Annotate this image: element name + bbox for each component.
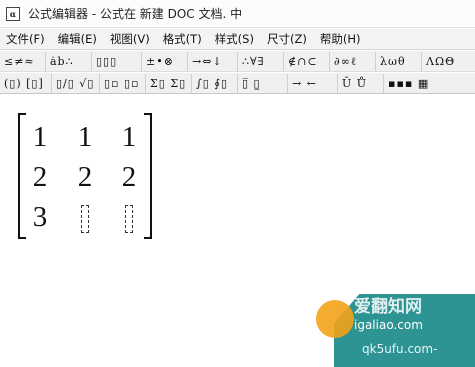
matrix-cell-r2c3[interactable]: 2	[114, 157, 144, 197]
equation-canvas[interactable]: 1 1 1 2 2 2 3	[0, 95, 475, 367]
matrix-cell-r2c1[interactable]: 2	[25, 157, 55, 197]
symbol-palette-toolbar: ≤≠≈ ȧb∴ ▯▯▯ ±•⊗ →⇔↓ ∴∀∃ ∉∩⊂ ∂∞ℓ λωθ ΛΩΘ	[0, 51, 475, 72]
products-set-theory-templates-icon[interactable]: Ū Ů	[338, 73, 384, 93]
matrix-cell-r1c3[interactable]: 1	[114, 117, 144, 157]
summation-templates-icon[interactable]: Σ▯ Σ▯	[146, 73, 192, 93]
set-theory-symbols-icon[interactable]: ∉∩⊂	[284, 51, 330, 71]
labeled-arrow-templates-icon[interactable]: → ←	[288, 73, 338, 93]
menu-help[interactable]: 帮助(H)	[314, 29, 368, 50]
equation-editor-app-icon: α	[6, 6, 20, 21]
spaces-ellipses-icon[interactable]: ȧb∴	[46, 51, 92, 71]
underbar-overbar-templates-icon[interactable]: ▯̅ ▯̲	[238, 73, 288, 93]
matrix-cell-r3c1[interactable]: 3	[25, 197, 55, 237]
fraction-radical-templates-icon[interactable]: ▯/▯ √▯	[52, 73, 100, 93]
menu-style[interactable]: 样式(S)	[209, 29, 261, 50]
relational-symbols-icon[interactable]: ≤≠≈	[0, 51, 46, 71]
empty-slot-placeholder[interactable]	[81, 205, 89, 233]
subscript-superscript-templates-icon[interactable]: ▯▫ ▯▫	[100, 73, 146, 93]
menu-edit[interactable]: 编辑(E)	[52, 29, 104, 50]
menu-file[interactable]: 文件(F)	[0, 29, 52, 50]
menu-bar: 文件(F) 编辑(E) 视图(V) 格式(T) 样式(S) 尺寸(Z) 帮助(H…	[0, 29, 475, 50]
menu-view[interactable]: 视图(V)	[104, 29, 157, 50]
operator-symbols-icon[interactable]: ±•⊗	[142, 51, 188, 71]
matrix-cell-r1c1[interactable]: 1	[25, 117, 55, 157]
menu-format[interactable]: 格式(T)	[157, 29, 209, 50]
fence-templates-icon[interactable]: (▯) [▯]	[0, 73, 52, 93]
integral-templates-icon[interactable]: ∫▯ ∮▯	[192, 73, 238, 93]
misc-symbols-icon[interactable]: ∂∞ℓ	[330, 51, 376, 71]
matrix-templates-icon[interactable]: ▪▪▪ ▦	[384, 74, 475, 93]
embellishments-icon[interactable]: ▯▯▯	[92, 51, 142, 71]
greek-lowercase-icon[interactable]: λωθ	[376, 51, 422, 71]
template-palette-toolbar: (▯) [▯] ▯/▯ √▯ ▯▫ ▯▫ Σ▯ Σ▯ ∫▯ ∮▯ ▯̅ ▯̲ →…	[0, 73, 475, 94]
matrix-3x3[interactable]: 1 1 1 2 2 2 3	[18, 113, 152, 239]
arrow-symbols-icon[interactable]: →⇔↓	[188, 51, 238, 71]
matrix-cell-r1c2[interactable]: 1	[70, 117, 100, 157]
right-bracket	[144, 113, 152, 239]
logical-symbols-icon[interactable]: ∴∀∃	[238, 51, 284, 71]
window-title: 公式编辑器 - 公式在 新建 DOC 文档. 中	[28, 7, 243, 21]
title-bar: α 公式编辑器 - 公式在 新建 DOC 文档. 中	[0, 0, 475, 28]
empty-slot-placeholder[interactable]	[125, 205, 133, 233]
menu-size[interactable]: 尺寸(Z)	[261, 29, 314, 50]
matrix-cell-r2c2[interactable]: 2	[70, 157, 100, 197]
greek-uppercase-icon[interactable]: ΛΩΘ	[422, 52, 475, 71]
